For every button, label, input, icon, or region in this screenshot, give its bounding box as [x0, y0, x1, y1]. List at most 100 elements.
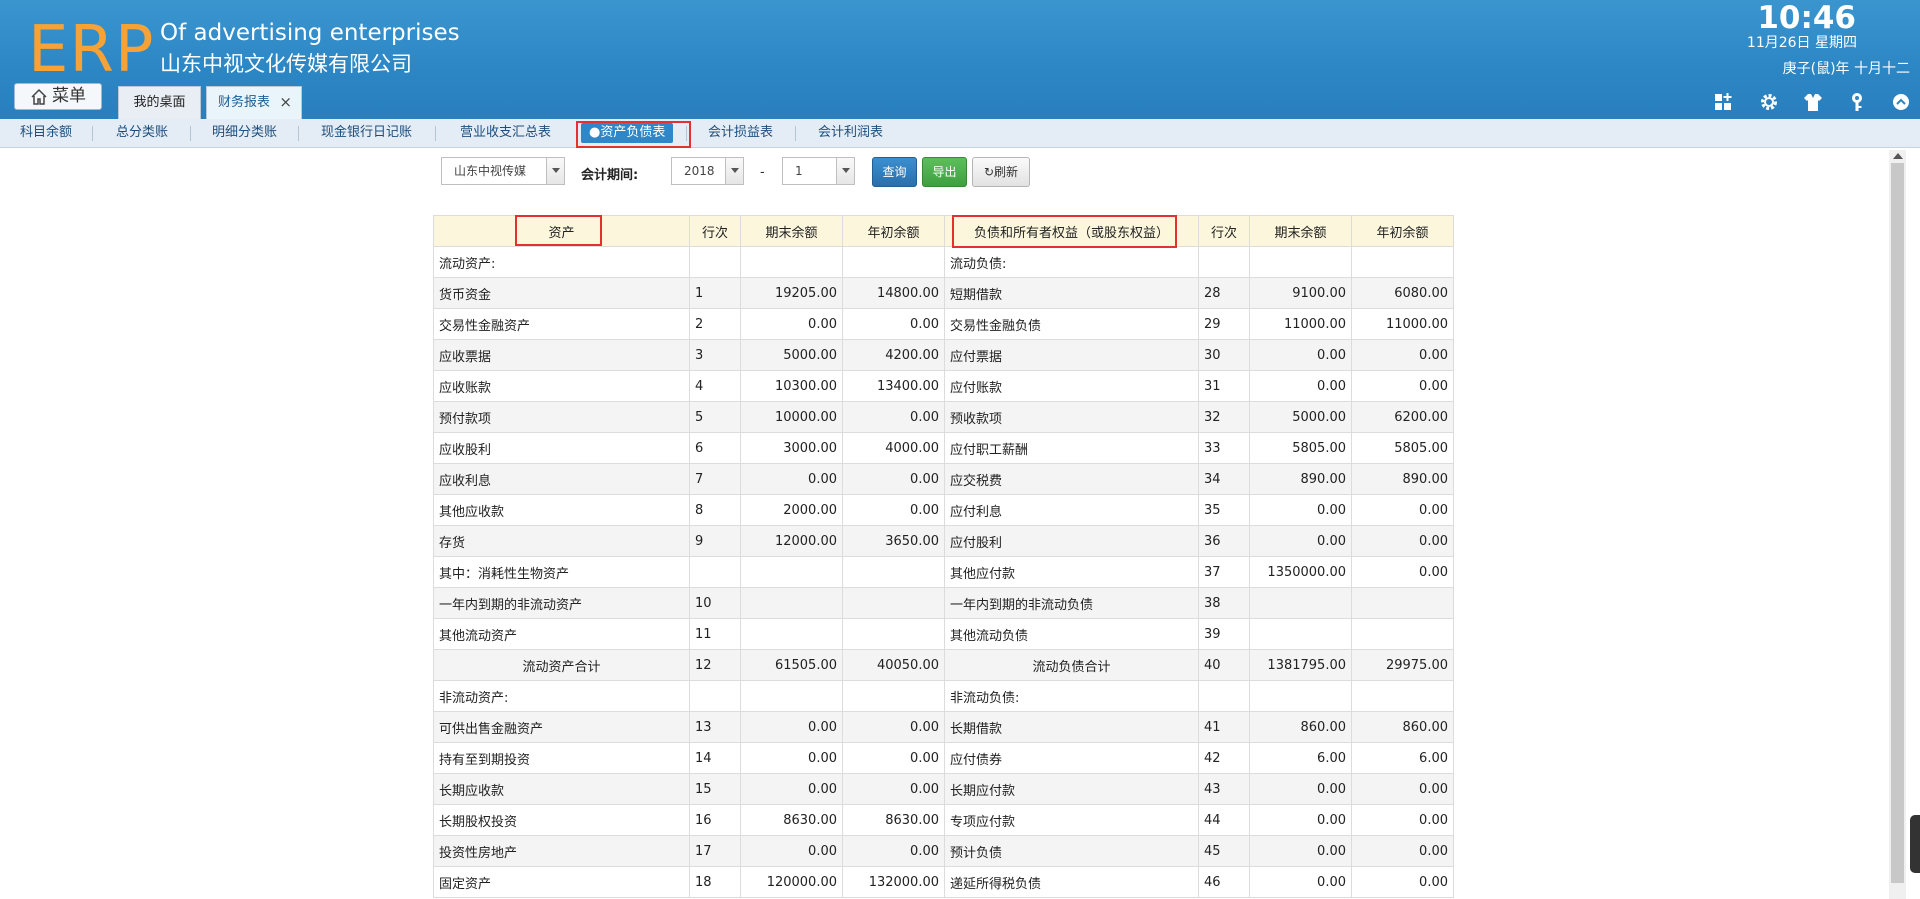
scroll-thumb[interactable]: [1891, 163, 1904, 883]
month-select[interactable]: 1: [782, 157, 855, 185]
table-row: 应收票据 3 5000.00 4200.00 应付票据 30 0.00 0.00: [433, 339, 1454, 371]
table-row: 流动资产: 流动负债:: [433, 246, 1454, 278]
table-cell: 11000.00: [1249, 308, 1352, 340]
table-cell: 流动负债合计: [944, 649, 1199, 681]
tab-my-desktop[interactable]: 我的桌面: [118, 86, 201, 119]
app-header: ERP Of advertising enterprises 山东中视文化传媒有…: [0, 0, 1920, 119]
table-cell: [842, 680, 945, 712]
table-cell: 2000.00: [740, 494, 843, 526]
year-select[interactable]: 2018: [671, 157, 744, 185]
table-cell: 6: [689, 432, 741, 464]
menu-button[interactable]: 菜单: [14, 83, 102, 110]
table-cell: 其中：消耗性生物资产: [433, 556, 690, 588]
query-button[interactable]: 查询: [872, 157, 917, 187]
table-cell: 2: [689, 308, 741, 340]
table-cell: 0.00: [1351, 835, 1454, 867]
table-cell: 3: [689, 339, 741, 371]
table-cell: 8630.00: [842, 804, 945, 836]
table-cell: 4: [689, 370, 741, 402]
table-cell: 应付股利: [944, 525, 1199, 557]
table-cell: 12000.00: [740, 525, 843, 557]
table-cell: 5: [689, 401, 741, 433]
table-cell: 32: [1198, 401, 1250, 433]
subnav-revenue-summary[interactable]: 营业收支汇总表: [460, 119, 551, 147]
table-cell: 9: [689, 525, 741, 557]
table-cell: 其他应付款: [944, 556, 1199, 588]
month-select-value: 1: [795, 164, 803, 178]
table-cell: 专项应付款: [944, 804, 1199, 836]
refresh-button[interactable]: ↻刷新: [972, 157, 1030, 187]
table-cell: 交易性金融资产: [433, 308, 690, 340]
table-cell: 可供出售金融资产: [433, 711, 690, 743]
table-cell: 11: [689, 618, 741, 650]
highlight-box: [576, 121, 691, 148]
table-cell: 40: [1198, 649, 1250, 681]
table-cell: 预收款项: [944, 401, 1199, 433]
table-cell: [740, 680, 843, 712]
tab-financial-reports[interactable]: 财务报表 ×: [206, 86, 302, 119]
table-row: 一年内到期的非流动资产 10 一年内到期的非流动负债 38: [433, 587, 1454, 619]
key-icon[interactable]: [1846, 91, 1868, 113]
erp-logo: ERP: [28, 13, 155, 87]
table-cell: 应付票据: [944, 339, 1199, 371]
table-cell: 0.00: [740, 711, 843, 743]
table-cell: 长期借款: [944, 711, 1199, 743]
table-cell: 10300.00: [740, 370, 843, 402]
table-cell: [689, 246, 741, 278]
table-cell: 非流动负债:: [944, 680, 1199, 712]
subnav-general-ledger[interactable]: 总分类账: [116, 119, 168, 147]
table-cell: 长期股权投资: [433, 804, 690, 836]
scroll-up-arrow-icon[interactable]: [1893, 153, 1903, 159]
subnav-detail-ledger[interactable]: 明细分类账: [212, 119, 277, 147]
table-cell: 29975.00: [1351, 649, 1454, 681]
table-cell: 30: [1198, 339, 1250, 371]
table-cell: [842, 556, 945, 588]
side-widget-handle[interactable]: [1910, 815, 1920, 873]
shirt-icon[interactable]: [1802, 91, 1824, 113]
table-cell: 固定资产: [433, 866, 690, 898]
chevron-down-icon: [725, 158, 743, 184]
table-cell: 33: [1198, 432, 1250, 464]
table-cell: [689, 680, 741, 712]
table-row: 预付款项 5 10000.00 0.00 预收款项 32 5000.00 6200.00: [433, 401, 1454, 433]
table-cell: 递延所得税负债: [944, 866, 1199, 898]
tab-label: 财务报表: [218, 95, 271, 110]
table-cell: [842, 618, 945, 650]
table-cell: 0.00: [1249, 525, 1352, 557]
table-cell: 持有至到期投资: [433, 742, 690, 774]
table-row: 其中：消耗性生物资产 其他应付款 37 1350000.00 0.00: [433, 556, 1454, 588]
table-cell: 0.00: [1249, 866, 1352, 898]
gear-icon[interactable]: [1758, 91, 1780, 113]
table-cell: 应付利息: [944, 494, 1199, 526]
grid-add-icon[interactable]: [1713, 91, 1735, 113]
table-cell: 应收股利: [433, 432, 690, 464]
table-row: 应收账款 4 10300.00 13400.00 应付账款 31 0.00 0.00: [433, 370, 1454, 402]
subnav-income-statement[interactable]: 会计损益表: [708, 119, 773, 147]
company-select-value: 山东中视传媒: [454, 164, 527, 178]
table-cell: [1249, 587, 1352, 619]
report-subnav: 科目余额 总分类账 明细分类账 现金银行日记账 营业收支汇总表 ●资产负债表 会…: [0, 119, 1920, 148]
menu-label: 菜单: [52, 86, 86, 106]
subnav-cash-journal[interactable]: 现金银行日记账: [321, 119, 412, 147]
table-cell: 长期应收款: [433, 773, 690, 805]
tab-close-icon[interactable]: ×: [279, 87, 292, 118]
table-row: 应收股利 6 3000.00 4000.00 应付职工薪酬 33 5805.00 5805.0…: [433, 432, 1454, 464]
table-cell: [1351, 587, 1454, 619]
table-cell: 9100.00: [1249, 277, 1352, 309]
table-cell: 3650.00: [842, 525, 945, 557]
table-cell: 货币资金: [433, 277, 690, 309]
company-select[interactable]: 山东中视传媒: [441, 157, 565, 185]
table-cell: 1381795.00: [1249, 649, 1352, 681]
subnav-profit-statement[interactable]: 会计利润表: [818, 119, 883, 147]
table-cell: 4000.00: [842, 432, 945, 464]
tab-label: 我的桌面: [133, 95, 186, 110]
chevron-up-icon[interactable]: [1890, 91, 1912, 113]
export-button[interactable]: 导出: [922, 157, 967, 187]
table-cell: 0.00: [842, 401, 945, 433]
subnav-divider: [435, 126, 436, 141]
table-cell: 860.00: [1249, 711, 1352, 743]
subnav-account-balance[interactable]: 科目余额: [20, 119, 72, 147]
table-cell: 6200.00: [1351, 401, 1454, 433]
table-cell: 其他流动资产: [433, 618, 690, 650]
refresh-label: 刷新: [994, 165, 1019, 179]
